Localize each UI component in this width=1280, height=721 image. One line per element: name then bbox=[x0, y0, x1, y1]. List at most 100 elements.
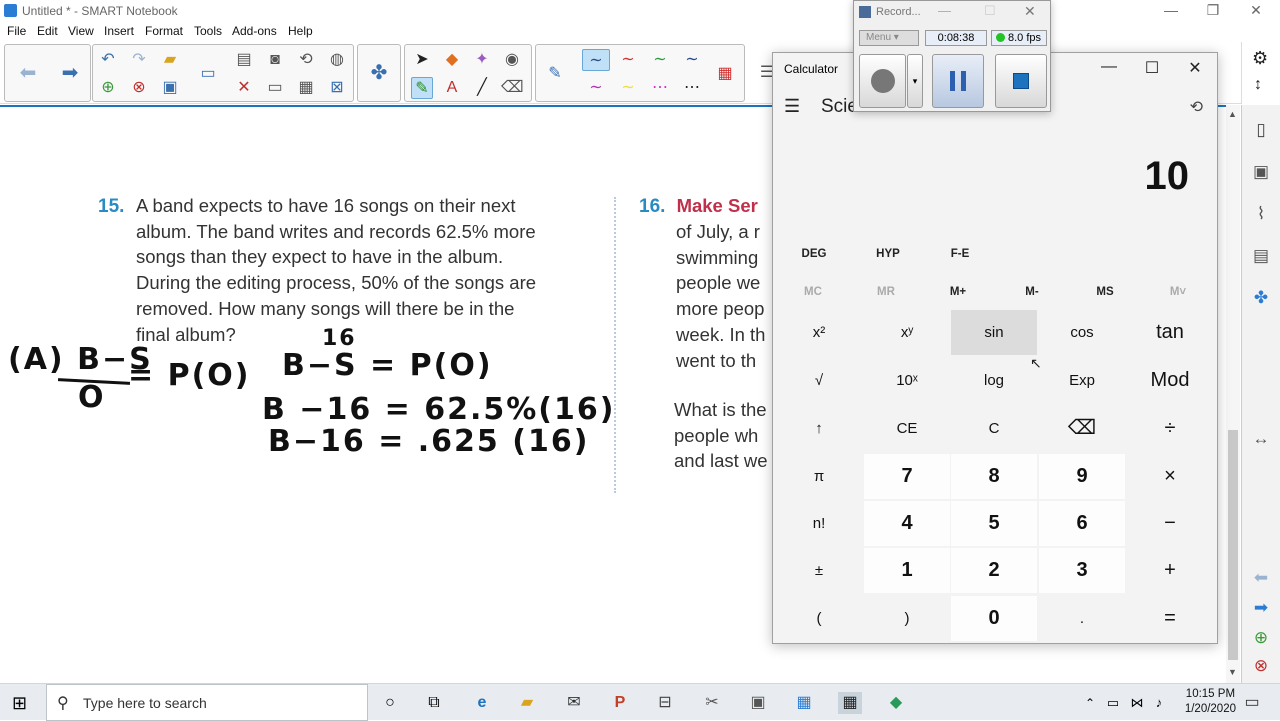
second-key[interactable]: ↑ bbox=[776, 406, 862, 451]
nine-key[interactable]: 9 bbox=[1039, 454, 1125, 499]
task-view-icon[interactable]: ⧉ bbox=[422, 692, 446, 714]
screen-capture-icon[interactable]: ⟲ bbox=[295, 49, 317, 71]
two-key[interactable]: 2 bbox=[951, 548, 1037, 593]
mr-button[interactable]: MR bbox=[861, 286, 911, 298]
m-plus-button[interactable]: M+ bbox=[933, 286, 983, 298]
zero-key[interactable]: 0 bbox=[951, 596, 1037, 641]
delete-page-icon[interactable]: ⊗ bbox=[128, 77, 150, 99]
scroll-down-icon[interactable]: ▼ bbox=[1228, 667, 1237, 677]
taskbar-search[interactable]: ⚲ Type here to search bbox=[46, 684, 368, 721]
sqrt-key[interactable]: √ bbox=[776, 358, 862, 403]
search-input[interactable]: Type here to search bbox=[83, 695, 207, 711]
volume-icon[interactable]: ♪ bbox=[1150, 692, 1168, 714]
windows-start-icon[interactable]: ⊞ bbox=[12, 693, 27, 714]
ten-power-key[interactable]: 10ˣ bbox=[864, 358, 950, 403]
app-icon[interactable]: ▣ bbox=[746, 692, 770, 714]
pen-style-yellow[interactable]: ∼ bbox=[614, 77, 642, 99]
pause-button[interactable] bbox=[932, 54, 984, 108]
system-clock[interactable]: 10:15 PM 1/20/2020 bbox=[1185, 687, 1236, 717]
eraser-icon[interactable]: ⌫ bbox=[501, 77, 524, 99]
seven-key[interactable]: 7 bbox=[864, 454, 950, 499]
rec-minimize-icon[interactable]: — bbox=[938, 3, 951, 18]
stop-button[interactable] bbox=[995, 54, 1047, 108]
multiply-key[interactable]: × bbox=[1127, 454, 1213, 499]
side-prev-icon[interactable]: ⬅ bbox=[1250, 567, 1272, 589]
camera-icon[interactable]: ◙ bbox=[264, 49, 286, 71]
divide-key[interactable]: ÷ bbox=[1127, 406, 1213, 451]
four-key[interactable]: 4 bbox=[864, 501, 950, 546]
menu-help[interactable]: Help bbox=[288, 24, 313, 38]
pi-key[interactable]: π bbox=[776, 454, 862, 499]
memory-list-button[interactable]: M˅ bbox=[1153, 286, 1203, 298]
m-minus-button[interactable]: M- bbox=[1007, 286, 1057, 298]
menu-format[interactable]: Format bbox=[145, 24, 183, 38]
file-explorer-icon[interactable]: ▰ bbox=[515, 692, 539, 714]
eight-key[interactable]: 8 bbox=[951, 454, 1037, 499]
factorial-key[interactable]: n! bbox=[776, 501, 862, 546]
delete-icon[interactable]: ✕ bbox=[233, 77, 255, 99]
cos-key[interactable]: cos bbox=[1039, 310, 1125, 355]
mod-key[interactable]: Mod bbox=[1127, 358, 1213, 403]
document-camera-icon[interactable]: ◍ bbox=[326, 49, 348, 71]
five-key[interactable]: 5 bbox=[951, 501, 1037, 546]
history-icon[interactable]: ⟲ bbox=[1190, 97, 1203, 117]
pen-style-navy[interactable]: ∼ bbox=[678, 49, 706, 71]
properties-icon[interactable]: ▤ bbox=[1250, 245, 1272, 267]
scroll-up-icon[interactable]: ▲ bbox=[1228, 109, 1237, 119]
sin-key[interactable]: sin bbox=[951, 310, 1037, 355]
negate-key[interactable]: ± bbox=[776, 548, 862, 593]
plus-key[interactable]: + bbox=[1127, 548, 1213, 593]
recorder-menu-dropdown[interactable]: Menu ▾ bbox=[859, 30, 919, 46]
record-options-button[interactable]: ▾ bbox=[907, 54, 923, 108]
hyp-button[interactable]: HYP bbox=[863, 248, 913, 260]
powerpoint-icon[interactable]: P bbox=[608, 692, 632, 714]
smart-notebook-taskbar-icon[interactable]: ▦ bbox=[792, 692, 816, 714]
open-paren-key[interactable]: ( bbox=[776, 596, 862, 641]
ms-button[interactable]: MS bbox=[1080, 286, 1130, 298]
restore-button[interactable]: ❐ bbox=[1198, 2, 1228, 19]
six-key[interactable]: 6 bbox=[1039, 501, 1125, 546]
edge-icon[interactable]: e bbox=[470, 692, 494, 714]
fe-button[interactable]: F-E bbox=[935, 248, 985, 260]
toolbar-move-icon[interactable]: ↕ bbox=[1254, 76, 1262, 94]
side-delete-page-icon[interactable]: ⊗ bbox=[1250, 655, 1272, 677]
line-icon[interactable]: ╱ bbox=[471, 77, 493, 99]
calc-minimize-icon[interactable]: — bbox=[1089, 58, 1129, 76]
rec-maximize-icon[interactable]: ☐ bbox=[984, 3, 996, 19]
tan-key[interactable]: tan bbox=[1127, 310, 1213, 355]
next-page-icon[interactable]: ➡ bbox=[59, 62, 81, 84]
hamburger-menu-icon[interactable]: ☰ bbox=[784, 96, 800, 117]
select-icon[interactable]: ➤ bbox=[411, 49, 433, 71]
ce-key[interactable]: CE bbox=[864, 406, 950, 451]
puzzle-icon[interactable]: ✤ bbox=[368, 62, 390, 84]
gear-icon[interactable]: ⚙ bbox=[1252, 48, 1268, 69]
notifications-icon[interactable]: ▭ bbox=[1240, 692, 1264, 714]
close-paren-key[interactable]: ) bbox=[864, 596, 950, 641]
menu-view[interactable]: View bbox=[68, 24, 94, 38]
show-hidden-icons[interactable]: ⌃ bbox=[1082, 692, 1098, 714]
attachments-icon[interactable]: ⌇ bbox=[1250, 203, 1272, 225]
mc-button[interactable]: MC bbox=[788, 286, 838, 298]
addons-icon[interactable]: ✤ bbox=[1250, 287, 1272, 309]
calc-maximize-icon[interactable]: ☐ bbox=[1132, 58, 1172, 78]
screencast-icon[interactable]: ◆ bbox=[884, 692, 908, 714]
vertical-scrollbar[interactable]: ▲ ▼ bbox=[1226, 105, 1240, 683]
store-icon[interactable]: ⊟ bbox=[653, 692, 677, 714]
one-key[interactable]: 1 bbox=[864, 548, 950, 593]
network-icon[interactable]: ⋈ bbox=[1128, 692, 1146, 714]
save-icon[interactable]: ▣ bbox=[159, 77, 181, 99]
fill-icon[interactable]: ◉ bbox=[501, 49, 523, 71]
calc-close-icon[interactable]: ✕ bbox=[1175, 58, 1215, 78]
open-folder-icon[interactable]: ▰ bbox=[159, 49, 181, 71]
pen-style-red[interactable]: ∼ bbox=[614, 49, 642, 71]
move-toolbar-icon[interactable]: ↔ bbox=[1250, 428, 1272, 450]
calculator-taskbar-icon[interactable]: ▦ bbox=[838, 692, 862, 714]
clear-key[interactable]: C bbox=[951, 406, 1037, 451]
exp-key[interactable]: Exp bbox=[1039, 358, 1125, 403]
side-add-page-icon[interactable]: ⊕ bbox=[1250, 627, 1272, 649]
deg-button[interactable]: DEG bbox=[789, 248, 839, 260]
menu-addons[interactable]: Add-ons bbox=[232, 24, 277, 38]
undo-icon[interactable]: ↶ bbox=[97, 49, 119, 71]
cortana-icon[interactable]: ○ bbox=[378, 692, 402, 714]
close-button[interactable]: ✕ bbox=[1241, 2, 1271, 19]
